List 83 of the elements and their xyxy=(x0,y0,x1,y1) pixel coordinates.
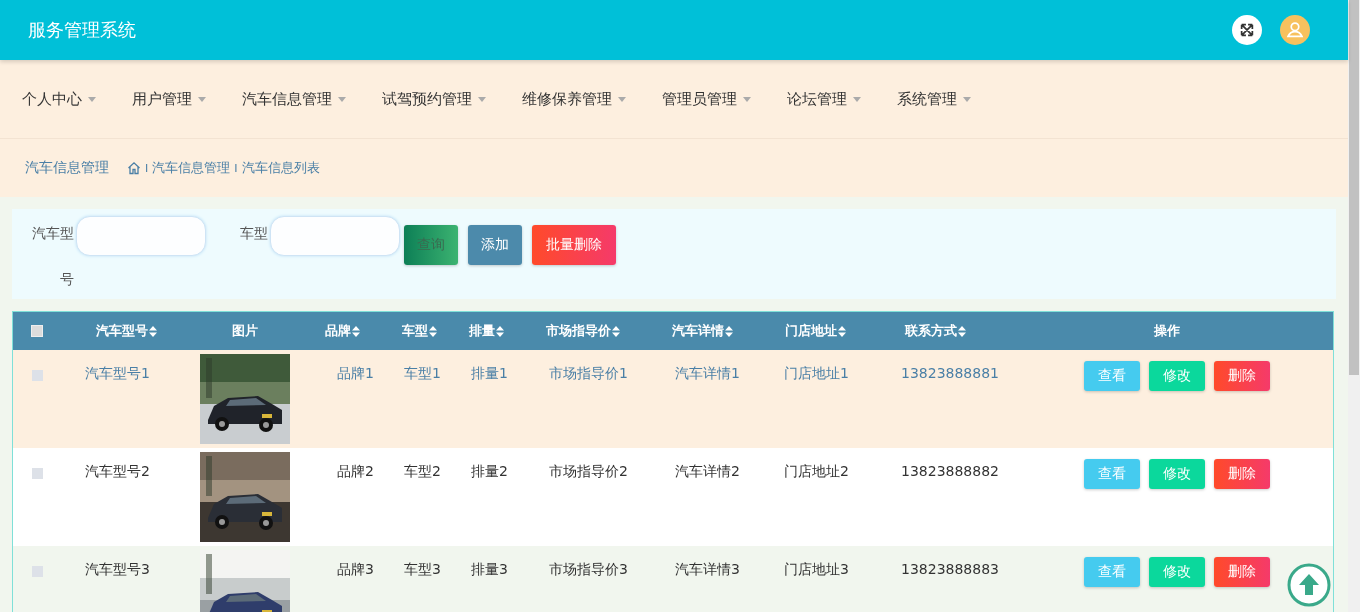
breadcrumb-separator: I xyxy=(145,161,149,175)
table-cell: 门店地址3 xyxy=(784,561,849,577)
nav-menu-item[interactable]: 个人中心 xyxy=(22,89,96,109)
table-cell: 市场指导价3 xyxy=(549,561,628,577)
back-to-top-icon[interactable] xyxy=(1287,563,1331,607)
sort-icon[interactable] xyxy=(611,325,620,337)
toolbar-button[interactable]: 批量删除 xyxy=(532,225,616,265)
field-label: 汽车型号 xyxy=(31,224,74,289)
row-checkbox[interactable] xyxy=(31,370,43,381)
table-cell: 汽车详情3 xyxy=(675,561,740,577)
column-header[interactable]: 图片 xyxy=(232,322,258,340)
breadcrumb-separator: I xyxy=(234,161,238,175)
sort-icon[interactable] xyxy=(148,325,157,337)
table-cell: 13823888883 xyxy=(901,561,999,577)
table-cell: 品牌1 xyxy=(337,365,374,381)
caret-icon xyxy=(198,96,206,102)
sort-icon[interactable] xyxy=(837,325,846,337)
table-cell: 汽车型号3 xyxy=(85,561,150,577)
table-cell: 市场指导价1 xyxy=(549,365,628,381)
row-checkbox[interactable] xyxy=(31,468,43,479)
caret-icon xyxy=(618,96,626,102)
table-cell: 排量2 xyxy=(471,463,508,479)
nav-menu-item[interactable]: 维修保养管理 xyxy=(522,89,626,109)
field-label: 车型 xyxy=(239,224,268,243)
column-header[interactable]: 门店地址 xyxy=(784,322,837,340)
page-title: 汽车信息管理 xyxy=(25,159,109,177)
table-cell: 市场指导价2 xyxy=(549,463,628,479)
table-cell: 品牌2 xyxy=(337,463,374,479)
sort-icon[interactable] xyxy=(496,325,504,337)
caret-icon xyxy=(963,96,971,102)
column-header[interactable]: 联系方式 xyxy=(904,322,957,340)
table-cell: 汽车型号2 xyxy=(85,463,150,479)
caret-icon xyxy=(743,96,751,102)
search-field[interactable] xyxy=(76,216,206,256)
caret-icon xyxy=(853,96,861,102)
sort-icon[interactable] xyxy=(352,325,360,337)
nav-menu-item[interactable]: 论坛管理 xyxy=(787,89,861,109)
table-cell: 汽车型号1 xyxy=(85,365,150,381)
fullscreen-icon[interactable] xyxy=(1232,15,1262,45)
table-cell: 车型1 xyxy=(404,365,441,381)
user-avatar-icon[interactable] xyxy=(1280,15,1310,45)
table-cell: 排量1 xyxy=(471,365,508,381)
column-header[interactable]: 汽车型号 xyxy=(95,322,148,340)
sort-icon[interactable] xyxy=(725,325,733,337)
column-header[interactable]: 操作 xyxy=(1153,322,1180,340)
nav-menu-item[interactable]: 试驾预约管理 xyxy=(382,89,486,109)
breadcrumb-item[interactable]: 汽车信息管理 xyxy=(152,159,231,177)
sort-icon[interactable] xyxy=(429,325,437,337)
table-cell: 品牌3 xyxy=(337,561,374,577)
nav-menu-item[interactable]: 管理员管理 xyxy=(662,89,751,109)
table-cell: 13823888881 xyxy=(901,365,999,381)
table-cell: 车型3 xyxy=(404,561,441,577)
nav-menu-item[interactable]: 用户管理 xyxy=(132,89,206,109)
column-header[interactable]: 汽车详情 xyxy=(672,322,724,340)
select-all-checkbox[interactable] xyxy=(31,325,43,337)
table-cell: 汽车详情2 xyxy=(675,463,740,479)
table-row[interactable]: 汽车型号1 品牌1 车型1 排量1 市场指导价1 汽车详情1 门店地址1 13823888881 查看 修改 删除 xyxy=(13,350,1333,448)
caret-icon xyxy=(478,96,486,102)
nav-menu-item[interactable]: 汽车信息管理 xyxy=(242,89,346,109)
column-header[interactable]: 车型 xyxy=(402,322,428,340)
row-action-button[interactable]: 删除 xyxy=(1214,361,1270,391)
table-cell: 门店地址1 xyxy=(784,365,849,381)
caret-icon xyxy=(338,96,346,102)
app-title: 服务管理系统 xyxy=(28,18,136,42)
scrollbar[interactable] xyxy=(1348,0,1360,612)
column-header[interactable]: 市场指导价 xyxy=(545,322,611,340)
table-cell: 排量3 xyxy=(471,561,508,577)
sort-icon[interactable] xyxy=(957,325,966,337)
search-field[interactable] xyxy=(270,216,400,256)
column-header[interactable]: 品牌 xyxy=(325,322,351,340)
breadcrumb-item[interactable]: 汽车信息列表 xyxy=(241,159,320,177)
nav-menu-item[interactable]: 系统管理 xyxy=(897,89,971,109)
table-row[interactable]: 汽车型号3 品牌3 车型3 排量3 市场指导价3 汽车详情3 门店地址3 13823888883 查看 修改 删除 xyxy=(13,546,1333,612)
row-action-button[interactable]: 删除 xyxy=(1214,459,1270,489)
home-icon[interactable] xyxy=(127,161,141,175)
table-cell: 13823888882 xyxy=(901,463,999,479)
caret-icon xyxy=(88,96,96,102)
table-cell: 门店地址2 xyxy=(784,463,849,479)
table-cell: 汽车详情1 xyxy=(675,365,740,381)
row-action-button[interactable]: 删除 xyxy=(1214,557,1270,587)
table-cell: 车型2 xyxy=(404,463,441,479)
toolbar-button[interactable]: 添加 xyxy=(468,225,522,265)
column-header[interactable]: 排量 xyxy=(469,322,495,340)
